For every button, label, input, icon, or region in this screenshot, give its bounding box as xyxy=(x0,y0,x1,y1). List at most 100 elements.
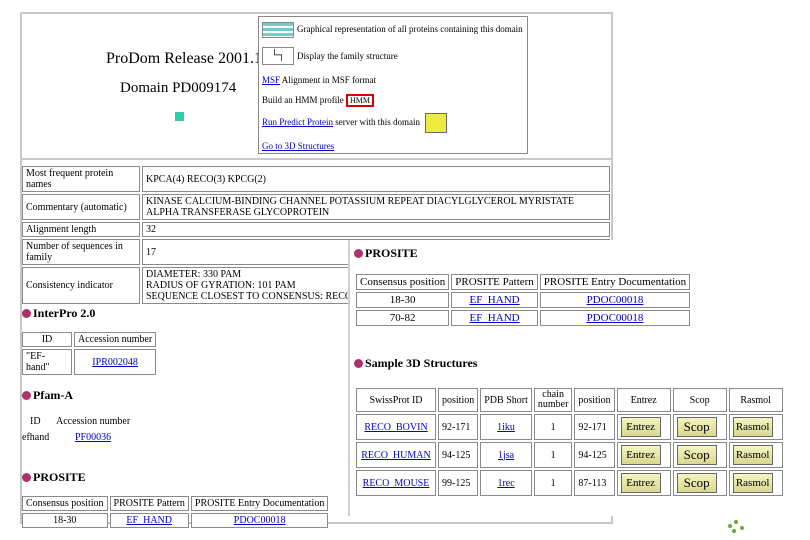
table-row: 70-82 EF_HAND PDOC00018 xyxy=(356,310,691,326)
table-row: SwissProt ID position PDB Short chain nu… xyxy=(356,388,783,412)
entrez-button[interactable]: Entrez xyxy=(620,417,661,437)
prosite-doc-link[interactable]: PDOC00018 xyxy=(587,294,644,306)
position: 94-125 xyxy=(438,442,479,468)
bullet-icon xyxy=(22,309,31,318)
pdb-link[interactable]: 1iku xyxy=(497,422,515,433)
predict-description: server with this domain xyxy=(333,117,420,127)
chain-number: 1 xyxy=(533,414,573,440)
structures-table: SwissProt ID position PDB Short chain nu… xyxy=(354,386,785,498)
msf-description: Alignment in MSF format xyxy=(280,75,377,85)
position: 92-171 xyxy=(574,414,615,440)
column-header: position xyxy=(574,388,615,412)
swissprot-link[interactable]: RECO_BOVIN xyxy=(364,422,427,433)
scop-button[interactable]: Scop xyxy=(676,445,717,465)
column-header: Accession number xyxy=(74,332,157,347)
consensus-position: 70-82 xyxy=(356,310,450,326)
link-msf[interactable]: MSF xyxy=(262,75,280,85)
scop-button[interactable]: Scop xyxy=(676,473,717,493)
interpro-table: ID Accession number "EF-hand" IPR002048 xyxy=(20,330,158,377)
prosite-heading-bg: PROSITE xyxy=(22,470,86,485)
link-predict-protein[interactable]: Run Predict Protein xyxy=(262,117,333,127)
prosite-title: PROSITE xyxy=(365,246,418,260)
info-label: Alignment length xyxy=(22,222,140,237)
prodom-header-window: ProDom Release 2001.1 Domain PD009174 Gr… xyxy=(20,12,613,160)
table-row: 18-30 EF_HAND PDOC00018 xyxy=(22,513,329,528)
hmm-button[interactable]: HMM xyxy=(346,94,375,107)
interpro-heading: InterPro 2.0 xyxy=(22,306,95,321)
swissprot-link[interactable]: RECO_HUMAN xyxy=(361,450,430,461)
column-header: Scop xyxy=(672,388,727,412)
info-label: Number of sequences in family xyxy=(22,239,140,265)
prosite-pattern-link[interactable]: EF_HAND xyxy=(469,312,519,324)
prosite-table: Consensus position PROSITE Pattern PROSI… xyxy=(354,272,692,328)
bullet-icon xyxy=(22,473,31,482)
prosite-title-bg: PROSITE xyxy=(33,470,86,484)
info-value: 32 xyxy=(142,222,610,237)
consensus-position: 18-30 xyxy=(22,513,108,528)
column-header: ID xyxy=(30,416,41,427)
pfam-title: Pfam-A xyxy=(33,388,73,402)
table-row: Consensus position PROSITE Pattern PROSI… xyxy=(356,274,691,290)
pdb-link[interactable]: 1jsa xyxy=(498,450,514,461)
hmm-label: Build an HMM profile xyxy=(262,95,344,105)
table-row: Alignment length 32 xyxy=(22,222,610,237)
column-header: PROSITE Entry Documentation xyxy=(539,274,691,290)
prosite-doc-link[interactable]: PDOC00018 xyxy=(234,515,286,526)
table-row: 18-30 EF_HAND PDOC00018 xyxy=(356,292,691,308)
interpro-title: InterPro 2.0 xyxy=(33,306,96,320)
rasmol-button[interactable]: Rasmol xyxy=(732,417,773,437)
link-3d-structures[interactable]: Go to 3D Structures xyxy=(262,141,334,151)
chain-number: 1 xyxy=(533,470,573,496)
prosite-structures-window: PROSITE Consensus position PROSITE Patte… xyxy=(348,240,796,516)
column-header: position xyxy=(438,388,479,412)
prosite-doc-link[interactable]: PDOC00018 xyxy=(587,312,644,324)
table-row: RECO_HUMAN 94-125 1jsa 1 94-125 Entrez S… xyxy=(356,442,783,468)
column-header: Accession number xyxy=(56,416,131,427)
link-graphical[interactable]: Graphical representation of all proteins… xyxy=(297,24,523,34)
column-header: Consensus position xyxy=(22,496,108,511)
info-label: Commentary (automatic) xyxy=(22,194,140,220)
entrez-button[interactable]: Entrez xyxy=(620,445,661,465)
swissprot-link[interactable]: RECO_MOUSE xyxy=(363,478,430,489)
position: 87-113 xyxy=(574,470,615,496)
column-header: PROSITE Pattern xyxy=(451,274,538,290)
chain-number: 1 xyxy=(533,442,573,468)
consensus-position: 18-30 xyxy=(356,292,450,308)
column-header: PDB Short xyxy=(480,388,532,412)
column-header: chain number xyxy=(533,388,573,412)
position: 94-125 xyxy=(574,442,615,468)
scop-button[interactable]: Scop xyxy=(676,417,717,437)
info-value: KINASE CALCIUM-BINDING CHANNEL POTASSIUM… xyxy=(142,194,610,220)
position: 92-171 xyxy=(438,414,479,440)
table-row: RECO_MOUSE 99-125 1rec 1 87-113 Entrez S… xyxy=(356,470,783,496)
info-label: Most frequent protein names xyxy=(22,166,140,192)
prosite-pattern-link[interactable]: EF_HAND xyxy=(469,294,519,306)
predict-icon[interactable] xyxy=(425,113,447,133)
column-header: Consensus position xyxy=(356,274,450,290)
prosite-table-bg: Consensus position PROSITE Pattern PROSI… xyxy=(20,494,330,530)
pfam-accession-link[interactable]: PF00036 xyxy=(75,432,111,443)
interpro-accession-link[interactable]: IPR002048 xyxy=(92,357,138,368)
interpro-id: "EF-hand" xyxy=(22,349,72,375)
info-value: KPCA(4) RECO(3) KPCG(2) xyxy=(142,166,610,192)
column-header: PROSITE Pattern xyxy=(109,496,189,511)
entrez-button[interactable]: Entrez xyxy=(620,473,661,493)
decorative-dots-icon xyxy=(728,520,744,533)
position: 99-125 xyxy=(438,470,479,496)
bullet-icon xyxy=(354,249,363,258)
prosite-heading: PROSITE xyxy=(354,246,418,261)
pfam-heading: Pfam-A xyxy=(22,388,73,403)
prosite-pattern-link[interactable]: EF_HAND xyxy=(126,515,172,526)
link-family[interactable]: Display the family structure xyxy=(297,51,398,61)
table-row: "EF-hand" IPR002048 xyxy=(22,349,157,375)
table-row: RECO_BOVIN 92-171 1iku 1 92-171 Entrez S… xyxy=(356,414,783,440)
bullet-icon xyxy=(22,391,31,400)
release-title: ProDom Release 2001.1 xyxy=(106,50,262,67)
structures-heading: Sample 3D Structures xyxy=(354,356,477,371)
family-structure-icon[interactable]: └┐ xyxy=(262,47,294,65)
rasmol-button[interactable]: Rasmol xyxy=(732,473,773,493)
domain-marker xyxy=(175,112,184,121)
graphical-icon[interactable] xyxy=(262,22,294,38)
rasmol-button[interactable]: Rasmol xyxy=(732,445,773,465)
pdb-link[interactable]: 1rec xyxy=(497,478,514,489)
